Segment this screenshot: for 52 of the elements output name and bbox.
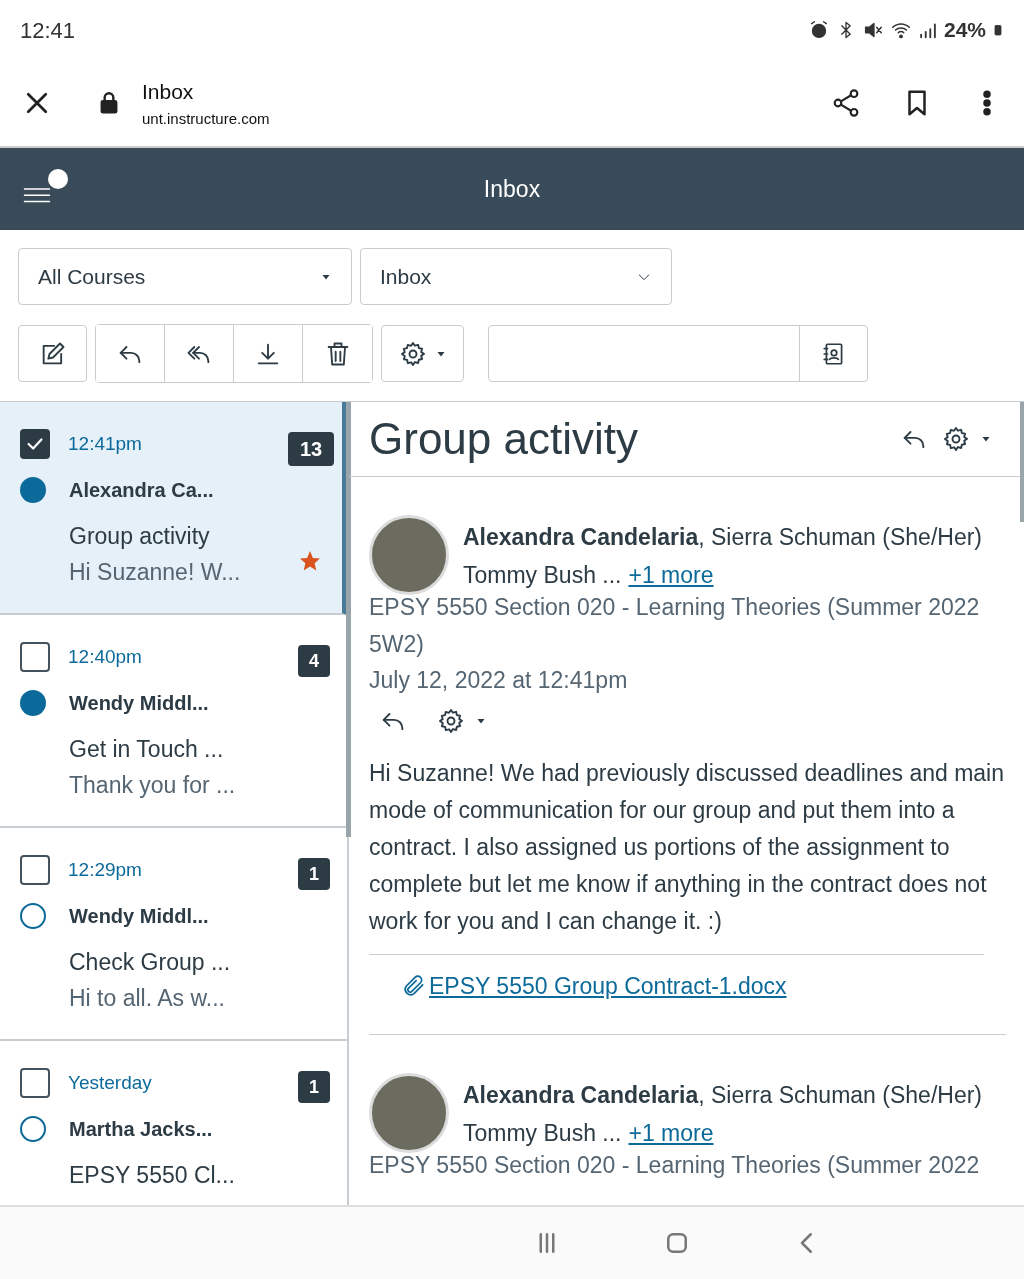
sender-name: Alexandra Ca... <box>69 478 214 503</box>
message-time: 12:40pm <box>68 644 142 669</box>
page-title: Inbox <box>142 79 195 105</box>
sender-name: Wendy Middl... <box>69 691 209 716</box>
attachment-link[interactable]: EPSY 5550 Group Contract-1.docx <box>401 969 787 1004</box>
message-count: 13 <box>288 432 334 466</box>
settings-button[interactable] <box>381 325 464 382</box>
settings-icon <box>437 707 465 735</box>
course-name: EPSY 5550 Section 020 - Learning Theories (Summer 2022 5W2) <box>369 593 981 659</box>
status-time: 12:41 <box>20 16 76 45</box>
settings-icon <box>398 339 427 368</box>
message-body: Hi Suzanne! We had previously discussed deadlines and main mode of communication for our group and put them into a contract. I also assigned us portions of the assignment to complete but let me know if anything in the contract does not work for you and I can change it. :) <box>369 759 1005 936</box>
conversation-item[interactable]: 12:41pm 13 Alexandra Ca... Group activity Hi Suzanne! W... <box>0 402 347 615</box>
message-preview: Thank you for ... <box>69 771 236 800</box>
message-time: 12:29pm <box>68 857 142 882</box>
message-count: 1 <box>298 1071 330 1103</box>
more-participants-link[interactable]: +1 more <box>628 557 714 594</box>
participant-names: Tommy Bush ... <box>463 1118 622 1148</box>
checkbox[interactable] <box>20 642 50 672</box>
message-subject: Get in Touch ... <box>69 735 224 764</box>
settings-icon <box>942 425 970 453</box>
course-name: EPSY 5550 Section 020 - Learning Theories (Summer 2022 <box>369 1150 981 1180</box>
battery-percent: 24% <box>943 17 986 44</box>
settings-button[interactable] <box>437 707 487 735</box>
compose-button[interactable] <box>18 325 87 382</box>
participant-names: Tommy Bush ... <box>463 561 622 590</box>
message-preview: Hi Suzanne! W... <box>69 558 241 587</box>
search-field[interactable] <box>488 325 868 382</box>
mailbox-dropdown[interactable]: Inbox <box>360 248 672 305</box>
course-dropdown[interactable]: All Courses <box>18 248 352 305</box>
checkbox[interactable] <box>20 1068 50 1098</box>
message-subject: EPSY 5550 Cl... <box>69 1161 235 1190</box>
checkbox[interactable] <box>20 429 50 459</box>
message-subject: Group activity <box>69 522 210 551</box>
message-subject: Check Group ... <box>69 948 231 977</box>
sender-name: Martha Jacks... <box>69 1117 213 1142</box>
message-time: 12:41pm <box>68 431 142 456</box>
page-url: unt.instructure.com <box>142 108 271 129</box>
more-participants-link[interactable]: +1 more <box>628 1114 714 1152</box>
sender-name: Wendy Middl... <box>69 904 209 929</box>
message-count: 4 <box>298 645 330 677</box>
participant-names: Alexandra Candelaria, Sierra Schuman (She/Her) <box>463 523 983 552</box>
checkbox[interactable] <box>20 855 50 885</box>
message-preview: Hi to all. As w... <box>69 984 225 1013</box>
star-icon[interactable] <box>298 549 322 573</box>
message-time: Yesterday <box>68 1070 152 1095</box>
conversation-subject: Group activity <box>369 413 639 465</box>
header-title: Inbox <box>483 174 541 204</box>
settings-button[interactable] <box>942 425 992 453</box>
message-count: 1 <box>298 858 330 890</box>
participant-names: Alexandra Candelaria, Sierra Schuman (She/Her) <box>463 1080 983 1110</box>
message-date: July 12, 2022 at 12:41pm <box>369 666 629 695</box>
